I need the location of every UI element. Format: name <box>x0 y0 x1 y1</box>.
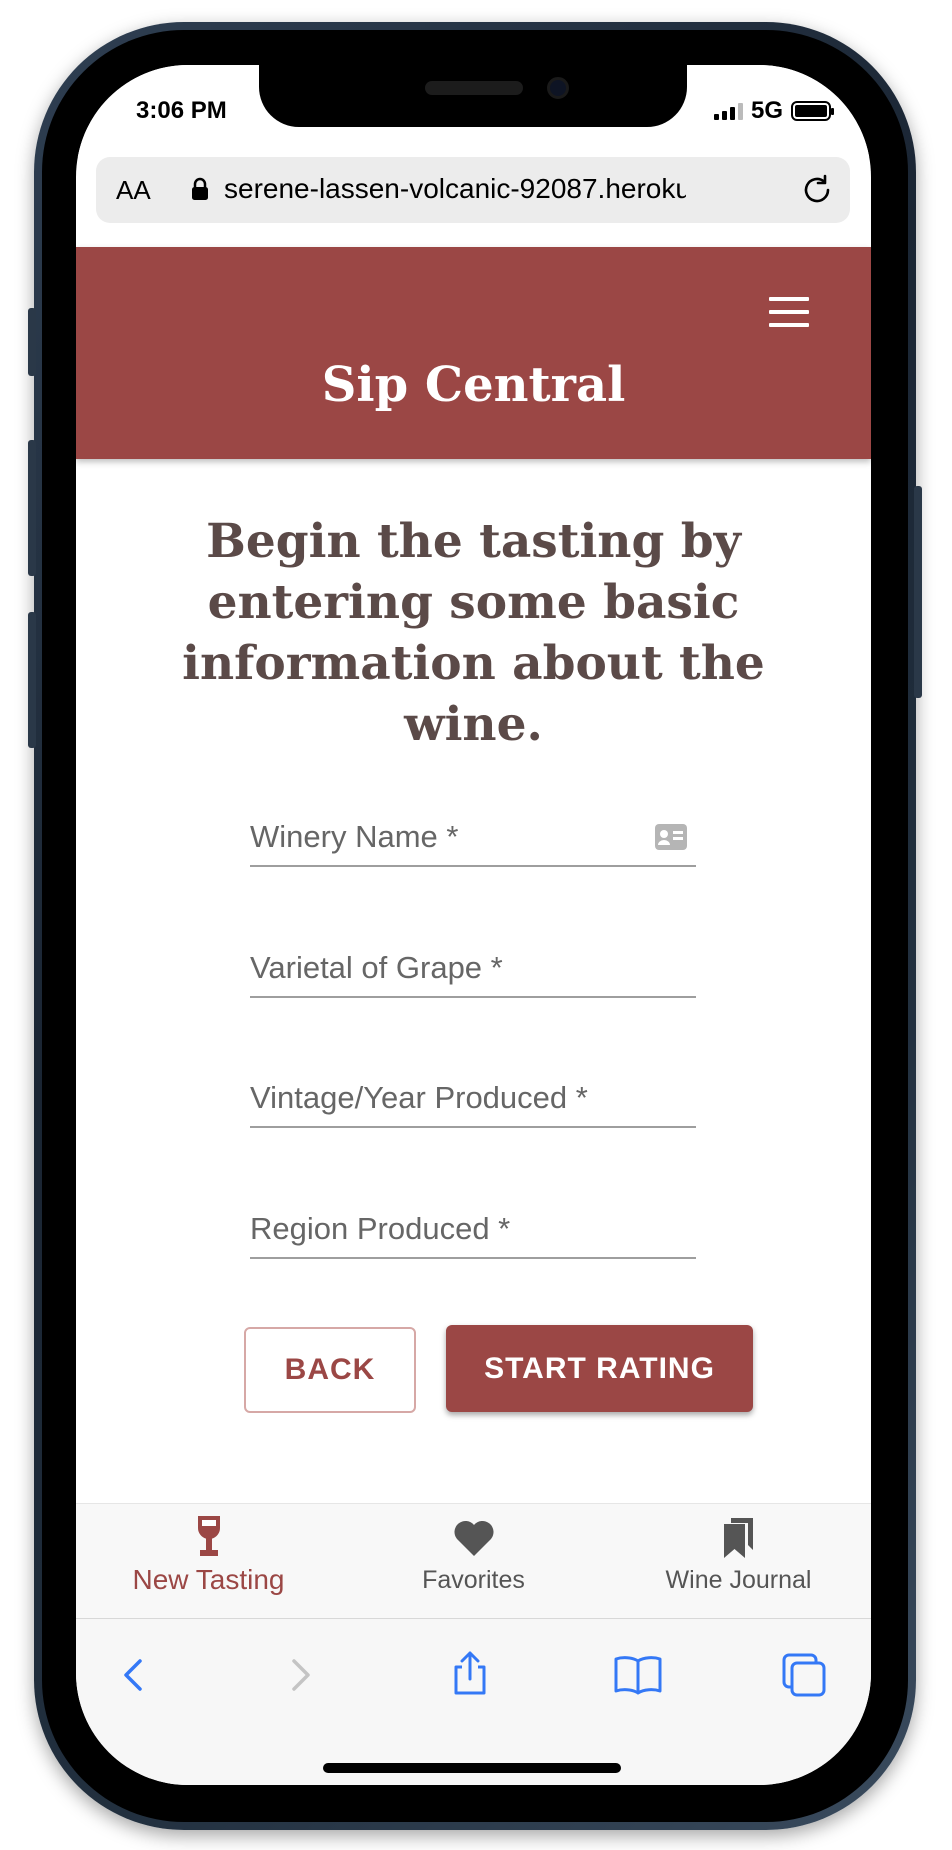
tabs-icon[interactable] <box>776 1647 832 1703</box>
intro-heading: Begin the tasting by entering some basic… <box>182 514 765 752</box>
menu-icon[interactable] <box>769 297 809 327</box>
vintage-input[interactable] <box>250 1070 696 1126</box>
bottom-nav: New Tasting Favorites Wine Journal <box>76 1503 871 1619</box>
network-type: 5G <box>750 97 783 124</box>
nav-wine-journal[interactable]: Wine Journal <box>606 1514 871 1614</box>
status-time: 3:06 PM <box>136 97 227 124</box>
address-bar[interactable]: AA serene-lassen-volcanic-92087.herokuap… <box>96 157 850 223</box>
bookmarks-icon <box>723 1518 753 1558</box>
screen: 3:06 PM 5G AA serene-lassen-volcanic-920… <box>76 65 871 1785</box>
signal-icon <box>713 102 743 120</box>
region-field[interactable]: Region Produced * <box>250 1201 696 1259</box>
nav-favorites[interactable]: Favorites <box>341 1514 606 1614</box>
app-title: Sip Central <box>321 357 626 413</box>
back-arrow-icon[interactable] <box>106 1647 162 1703</box>
volume-down-button <box>28 612 36 748</box>
start-rating-button[interactable]: START RATING <box>446 1325 753 1412</box>
front-camera <box>547 77 569 99</box>
bookmarks-book-icon[interactable] <box>610 1647 666 1703</box>
vintage-field[interactable]: Vintage/Year Produced * <box>250 1070 696 1128</box>
wine-glass-icon <box>197 1516 220 1556</box>
nav-new-tasting[interactable]: New Tasting <box>76 1514 341 1614</box>
nav-new-tasting-label: New Tasting <box>132 1564 285 1595</box>
back-button[interactable]: BACK <box>244 1327 416 1413</box>
share-icon[interactable] <box>442 1647 498 1703</box>
safari-toolbar <box>76 1619 871 1785</box>
status-bar: 3:06 PM 5G <box>76 65 871 157</box>
nav-favorites-label: Favorites <box>422 1566 525 1594</box>
volume-up-button <box>28 440 36 576</box>
region-input[interactable] <box>250 1201 696 1257</box>
varietal-field[interactable]: Varietal of Grape * <box>250 940 696 998</box>
home-indicator[interactable] <box>323 1763 621 1773</box>
varietal-input[interactable] <box>250 940 696 996</box>
reload-icon[interactable] <box>798 171 836 209</box>
url-text[interactable]: serene-lassen-volcanic-92087.herokuapp.c… <box>224 173 686 205</box>
status-indicators: 5G <box>713 97 834 125</box>
winery-name-input[interactable] <box>250 809 696 865</box>
id-card-icon <box>655 824 687 850</box>
speaker-grille <box>425 81 523 95</box>
battery-icon <box>791 101 834 121</box>
winery-name-field[interactable]: Winery Name * <box>250 809 696 867</box>
notch <box>259 65 687 127</box>
nav-wine-journal-label: Wine Journal <box>665 1566 812 1594</box>
lock-icon <box>192 177 208 200</box>
text-size-button[interactable]: AA <box>116 175 151 206</box>
forward-arrow-icon[interactable] <box>272 1647 328 1703</box>
power-button <box>914 486 922 698</box>
app-header: Sip Central <box>76 247 871 459</box>
heart-icon <box>453 1520 494 1556</box>
silent-switch <box>28 308 36 376</box>
